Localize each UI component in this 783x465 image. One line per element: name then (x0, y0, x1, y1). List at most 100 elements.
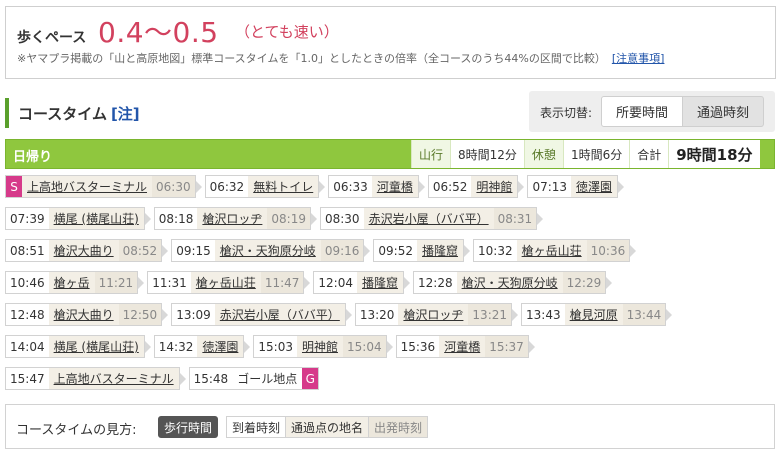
legend-place-name: 通過点の地名 (286, 416, 370, 438)
goal-label: ゴール地点 (237, 372, 298, 386)
waypoint-link[interactable]: 明神館 (471, 176, 518, 197)
arrival-time: 09:15 (176, 243, 211, 258)
pace-description-text: ※ヤマプラ掲載の「山と高原地図」標準コースタイムを「1.0」としたときの倍率（全… (17, 52, 606, 65)
arrival-time: 06:52 (432, 179, 468, 194)
route-waypoint: 12:04 播隆窟 (313, 271, 410, 294)
legend-label: コースタイムの見方: (16, 423, 137, 438)
legend-walk-time: 歩行時間 (158, 416, 219, 438)
arrival-time: 15:48 (193, 371, 229, 386)
waypoint-link[interactable]: 河童橋 (439, 336, 486, 357)
route-waypoint: 15:36 河童橋 15:37 (395, 335, 536, 358)
departure-time: 11:47 (260, 272, 304, 293)
waypoint-link[interactable]: 槍沢ロッヂ (398, 304, 469, 325)
arrival-time: 08:51 (10, 243, 45, 258)
arrival-time: 14:32 (158, 339, 194, 354)
route-waypoint: 15:48 ゴール地点 G (188, 367, 320, 390)
arrival-time: 15:47 (10, 371, 45, 386)
route-waypoint: 06:33 河童橋 (328, 175, 425, 198)
waypoint-link[interactable]: 槍ヶ岳山荘 (190, 272, 261, 293)
waypoint-link[interactable]: 徳澤園 (197, 336, 244, 357)
waypoint-link[interactable]: 播隆窟 (357, 272, 404, 293)
day-header: 日帰り 山行 8時間12分 休憩 1時間6分 合計 9時間18分 (5, 139, 775, 169)
arrival-time: 13:09 (176, 307, 211, 322)
arrival-time: 07:39 (10, 211, 45, 226)
route-waypoint: 08:30 赤沢岩小屋（ババ平） 08:31 (319, 207, 544, 230)
waypoint-link[interactable]: 河童橋 (371, 176, 418, 197)
route-waypoint: 13:20 槍沢ロッヂ 13:21 (354, 303, 519, 326)
waypoint-link[interactable]: 槍沢大曲り (48, 240, 119, 261)
route-row: 14:04 横尾 (横尾山荘) 14:32 徳澤園 15:03 明神館 15:04 15:36… (5, 335, 777, 358)
route-waypoint: S 上高地バスターミナル 06:30 (5, 175, 202, 198)
arrival-time: 10:46 (10, 275, 45, 290)
duration-mode-button[interactable]: 所要時間 (601, 96, 683, 127)
arrival-time: 12:48 (10, 307, 45, 322)
route-waypoint: 10:32 槍ヶ岳山荘 10:36 (473, 239, 637, 262)
route-row: 12:48 槍沢大曲り 12:50 13:09 赤沢岩小屋（ババ平） 13:20 槍沢ロッヂ… (5, 303, 777, 326)
waypoint-link[interactable]: 槍ヶ岳山荘 (516, 240, 587, 261)
departure-time: 09:16 (320, 240, 364, 261)
total-time-label: 合計 (629, 140, 669, 168)
route-waypoint: 11:31 槍ヶ岳山荘 11:47 (147, 271, 311, 294)
route-waypoint: 09:52 播隆窟 (373, 239, 470, 262)
arrival-time: 13:43 (526, 307, 561, 322)
route-waypoint: 07:13 徳澤園 (527, 175, 624, 198)
waypoint-link[interactable]: 槍沢・天狗原分岐 (456, 272, 563, 293)
waypoint-link[interactable]: 横尾 (横尾山荘) (48, 208, 144, 229)
hiking-time-label: 山行 (411, 140, 451, 168)
waypoint-link[interactable]: 槍沢・天狗原分岐 (214, 240, 321, 261)
waypoint-link[interactable]: 播隆窟 (417, 240, 464, 261)
departure-time: 15:37 (485, 336, 528, 357)
caution-link[interactable]: [注意事項] (612, 52, 665, 65)
route-row: S 上高地バスターミナル 06:30 06:32 無料トイレ 06:33 河童橋 06:52 明… (5, 175, 777, 198)
waypoint-link[interactable]: 無料トイレ (248, 176, 319, 197)
waypoint-link[interactable]: 上高地バスターミナル (48, 368, 179, 389)
route-waypoint: 14:04 横尾 (横尾山荘) (5, 335, 151, 358)
departure-time: 12:50 (118, 304, 162, 325)
legend-arrival-time: 到着時刻 (226, 416, 287, 438)
arrival-time: 11:31 (152, 275, 187, 290)
pace-note: （とても速い） (235, 23, 339, 41)
pace-value: 0.4〜0.5 (98, 16, 219, 49)
waypoint-link[interactable]: 槍見河原 (564, 304, 623, 325)
waypoint-link[interactable]: 赤沢岩小屋（ババ平） (214, 304, 345, 325)
display-switch-label: 表示切替: (540, 106, 593, 120)
route-waypoint: 06:32 無料トイレ (204, 175, 325, 198)
route-waypoint: 12:48 槍沢大曲り 12:50 (5, 303, 169, 326)
route-waypoint: 15:47 上高地バスターミナル (5, 367, 186, 390)
passing-time-mode-button[interactable]: 通過時刻 (682, 96, 764, 127)
hiking-time-value: 8時間12分 (450, 140, 524, 168)
arrival-time: 08:18 (158, 211, 194, 226)
waypoint-link[interactable]: 徳澤園 (571, 176, 618, 197)
waypoint-link[interactable]: 槍沢ロッヂ (197, 208, 268, 229)
arrival-time: 06:33 (333, 179, 368, 194)
departure-time: 08:31 (493, 208, 537, 229)
waypoint-link[interactable]: 赤沢岩小屋（ババ平） (363, 208, 494, 229)
arrival-time: 07:13 (532, 179, 568, 194)
arrival-time: 13:20 (359, 307, 395, 322)
arrival-time: 08:30 (324, 211, 360, 226)
route-waypoint: 09:15 槍沢・天狗原分岐 09:16 (171, 239, 371, 262)
departure-time: 13:44 (622, 304, 666, 325)
arrival-time: 15:36 (400, 339, 436, 354)
route-waypoint: 14:32 徳澤園 (153, 335, 250, 358)
waypoint-link[interactable]: 槍沢大曲り (48, 304, 119, 325)
coursetime-note-link[interactable]: [注] (111, 105, 140, 123)
section-accent-bar (5, 98, 9, 128)
route-waypoint: 15:03 明神館 15:04 (253, 335, 393, 358)
pace-description: ※ヤマプラ掲載の「山と高原地図」標準コースタイムを「1.0」としたときの倍率（全… (17, 50, 664, 66)
arrival-time: 12:28 (418, 275, 453, 290)
waypoint-link[interactable]: 横尾 (横尾山荘) (48, 336, 144, 357)
waypoint-link[interactable]: 槍ヶ岳 (48, 272, 95, 293)
departure-time: 11:21 (94, 272, 138, 293)
total-time-value: 9時間18分 (668, 140, 760, 168)
waypoint-link[interactable]: 明神館 (296, 336, 343, 357)
coursetime-title: コースタイム (18, 105, 107, 123)
route-waypoint: 08:51 槍沢大曲り 08:52 (5, 239, 169, 262)
legend-items: 歩行時間 到着時刻 通過点の地名 出発時刻 (158, 416, 429, 438)
arrival-time: 12:04 (318, 275, 353, 290)
waypoint-link[interactable]: 上高地バスターミナル (22, 176, 153, 197)
departure-time: 08:52 (118, 240, 162, 261)
route-timeline: S 上高地バスターミナル 06:30 06:32 無料トイレ 06:33 河童橋 06:52 明… (5, 175, 777, 399)
pace-panel: 歩くペース 0.4〜0.5 （とても速い） ※ヤマプラ掲載の「山と高原地図」標準… (5, 6, 776, 79)
goal-badge: G (302, 368, 319, 389)
